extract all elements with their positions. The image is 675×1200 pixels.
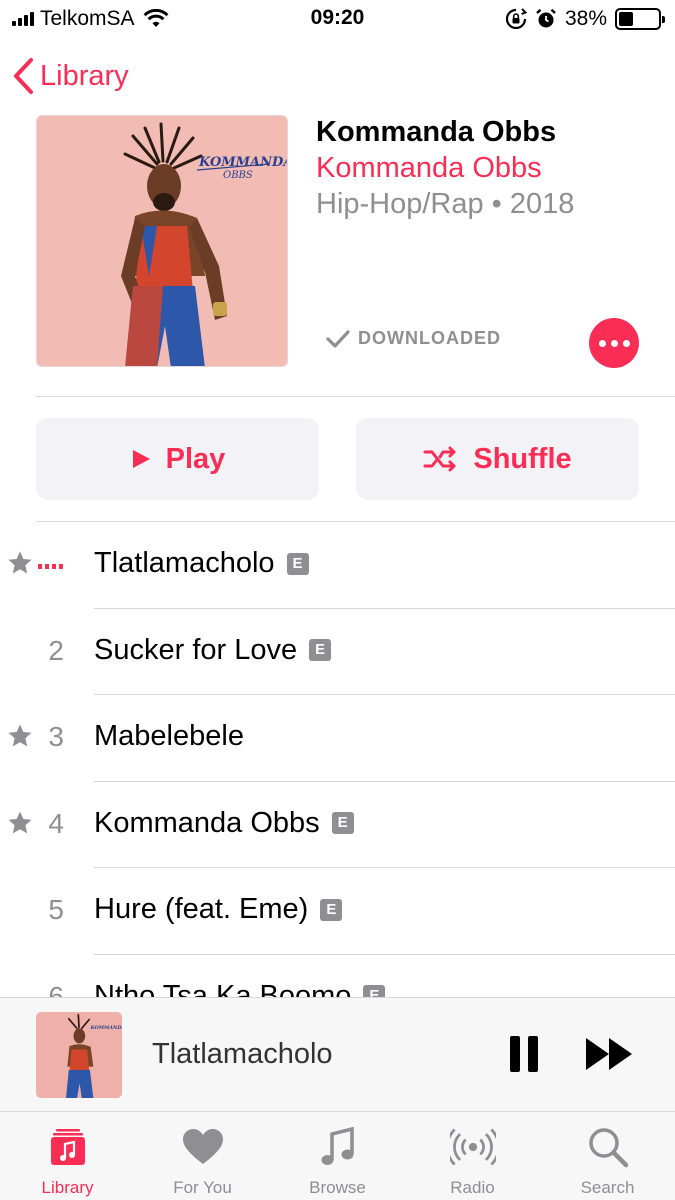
play-button[interactable]: Play bbox=[36, 418, 319, 500]
shuffle-button[interactable]: Shuffle bbox=[356, 418, 639, 500]
play-icon bbox=[132, 450, 150, 468]
downloaded-label: DOWNLOADED bbox=[358, 328, 501, 348]
explicit-badge: E bbox=[363, 985, 386, 997]
track-row[interactable]: 4 Kommanda Obbs E bbox=[0, 782, 675, 868]
tab-label: Search bbox=[580, 1178, 635, 1197]
mini-player-title: Tlatlamacholo bbox=[152, 1038, 333, 1070]
chevron-left-icon bbox=[14, 58, 33, 94]
tab-radio[interactable]: Radio bbox=[405, 1112, 540, 1200]
battery-icon bbox=[615, 8, 665, 30]
tab-browse[interactable]: Browse bbox=[270, 1112, 405, 1200]
album-title: Kommanda Obbs bbox=[316, 116, 557, 148]
back-button[interactable]: Library bbox=[12, 52, 129, 100]
track-title-row: Hure (feat. Eme) E bbox=[94, 893, 343, 926]
battery-fill bbox=[619, 12, 634, 26]
music-note-icon bbox=[315, 1124, 361, 1170]
track-title-row: Ntho Tsa Ka Boomo E bbox=[94, 979, 386, 998]
explicit-badge: E bbox=[331, 812, 354, 834]
fast-forward-icon bbox=[586, 1038, 632, 1070]
shuffle-icon bbox=[423, 446, 456, 472]
header-divider bbox=[36, 396, 675, 397]
album-artwork-image: KOMMANDA OBBS bbox=[37, 116, 288, 366]
svg-text:KOMMANDA: KOMMANDA bbox=[90, 1025, 122, 1031]
track-row[interactable]: 6 Ntho Tsa Ka Boomo E bbox=[0, 955, 675, 998]
more-options-button[interactable] bbox=[589, 318, 639, 368]
explicit-badge: E bbox=[320, 898, 343, 921]
track-number: 2 bbox=[48, 634, 64, 666]
tab-label: For You bbox=[173, 1178, 232, 1197]
tab-bar: Library For You Browse Radio Search bbox=[0, 1111, 675, 1200]
track-title: Mabelebele bbox=[94, 720, 244, 752]
track-title-row: Tlatlamacholo E bbox=[94, 547, 309, 580]
search-icon bbox=[585, 1124, 631, 1170]
album-artwork[interactable]: KOMMANDA OBBS bbox=[36, 115, 288, 367]
checkmark-icon bbox=[326, 329, 350, 348]
back-label: Library bbox=[40, 59, 129, 92]
svg-text:OBBS: OBBS bbox=[223, 170, 253, 181]
track-row[interactable]: 3 Mabelebele bbox=[0, 695, 675, 782]
track-row[interactable]: Tlatlamacholo E bbox=[0, 522, 675, 609]
mini-player-artwork[interactable]: KOMMANDA bbox=[36, 1012, 122, 1098]
tab-label: Browse bbox=[309, 1178, 366, 1197]
now-playing-icon bbox=[38, 564, 63, 569]
pause-button[interactable] bbox=[506, 1034, 542, 1074]
track-title-row: Sucker for Love E bbox=[94, 633, 332, 667]
rotation-lock-icon bbox=[505, 8, 527, 30]
ellipsis-dot bbox=[622, 339, 630, 347]
star-icon bbox=[7, 723, 33, 754]
track-number: 6 bbox=[48, 980, 64, 998]
track-row[interactable]: 2 Sucker for Love E bbox=[0, 609, 675, 695]
album-genre-year: Hip-Hop/Rap • 2018 bbox=[316, 188, 575, 220]
track-title-row: Kommanda Obbs E bbox=[94, 807, 354, 840]
track-title: Sucker for Love bbox=[94, 633, 298, 666]
explicit-badge: E bbox=[309, 639, 332, 661]
play-label: Play bbox=[165, 442, 226, 475]
pause-icon bbox=[510, 1036, 538, 1072]
mini-player[interactable]: KOMMANDA Tlatlamacholo bbox=[0, 997, 675, 1111]
status-bar-right: 38% bbox=[505, 6, 665, 32]
track-number: 4 bbox=[48, 807, 64, 839]
track-title: Tlatlamacholo bbox=[94, 547, 275, 579]
tab-library[interactable]: Library bbox=[0, 1112, 135, 1200]
shuffle-label: Shuffle bbox=[473, 442, 572, 475]
track-list: Tlatlamacholo E 2 Sucker for Love E 3 Mabelebe… bbox=[0, 522, 675, 997]
tab-for-you[interactable]: For You bbox=[135, 1112, 270, 1200]
track-row[interactable]: 5 Hure (feat. Eme) E bbox=[0, 868, 675, 955]
star-icon bbox=[7, 550, 33, 581]
library-icon bbox=[45, 1124, 91, 1170]
ellipsis-dot bbox=[610, 339, 618, 347]
forward-button[interactable] bbox=[584, 1034, 636, 1074]
explicit-badge: E bbox=[286, 552, 309, 575]
radio-icon bbox=[449, 1124, 496, 1170]
mini-artwork-image: KOMMANDA bbox=[36, 1012, 122, 1098]
track-title-row: Mabelebele bbox=[94, 720, 244, 753]
album-artist[interactable]: Kommanda Obbs bbox=[316, 152, 542, 185]
track-number: 3 bbox=[48, 721, 64, 752]
tab-label: Radio bbox=[450, 1178, 495, 1197]
svg-text:KOMMANDA: KOMMANDA bbox=[198, 155, 288, 170]
track-title: Kommanda Obbs bbox=[94, 806, 320, 839]
star-icon bbox=[7, 810, 33, 841]
track-title: Ntho Tsa Ka Boomo bbox=[94, 979, 352, 998]
track-title: Hure (feat. Eme) bbox=[94, 893, 309, 925]
heart-icon bbox=[180, 1124, 226, 1170]
tab-search[interactable]: Search bbox=[540, 1112, 675, 1200]
status-bar: TelkomSA 09:20 38% bbox=[0, 0, 675, 38]
tab-label: Library bbox=[41, 1178, 94, 1197]
ellipsis-icon bbox=[598, 339, 606, 347]
battery-percent: 38% bbox=[564, 7, 607, 30]
downloaded-status: DOWNLOADED bbox=[326, 328, 501, 349]
track-number: 5 bbox=[48, 894, 64, 925]
alarm-icon bbox=[536, 8, 556, 28]
